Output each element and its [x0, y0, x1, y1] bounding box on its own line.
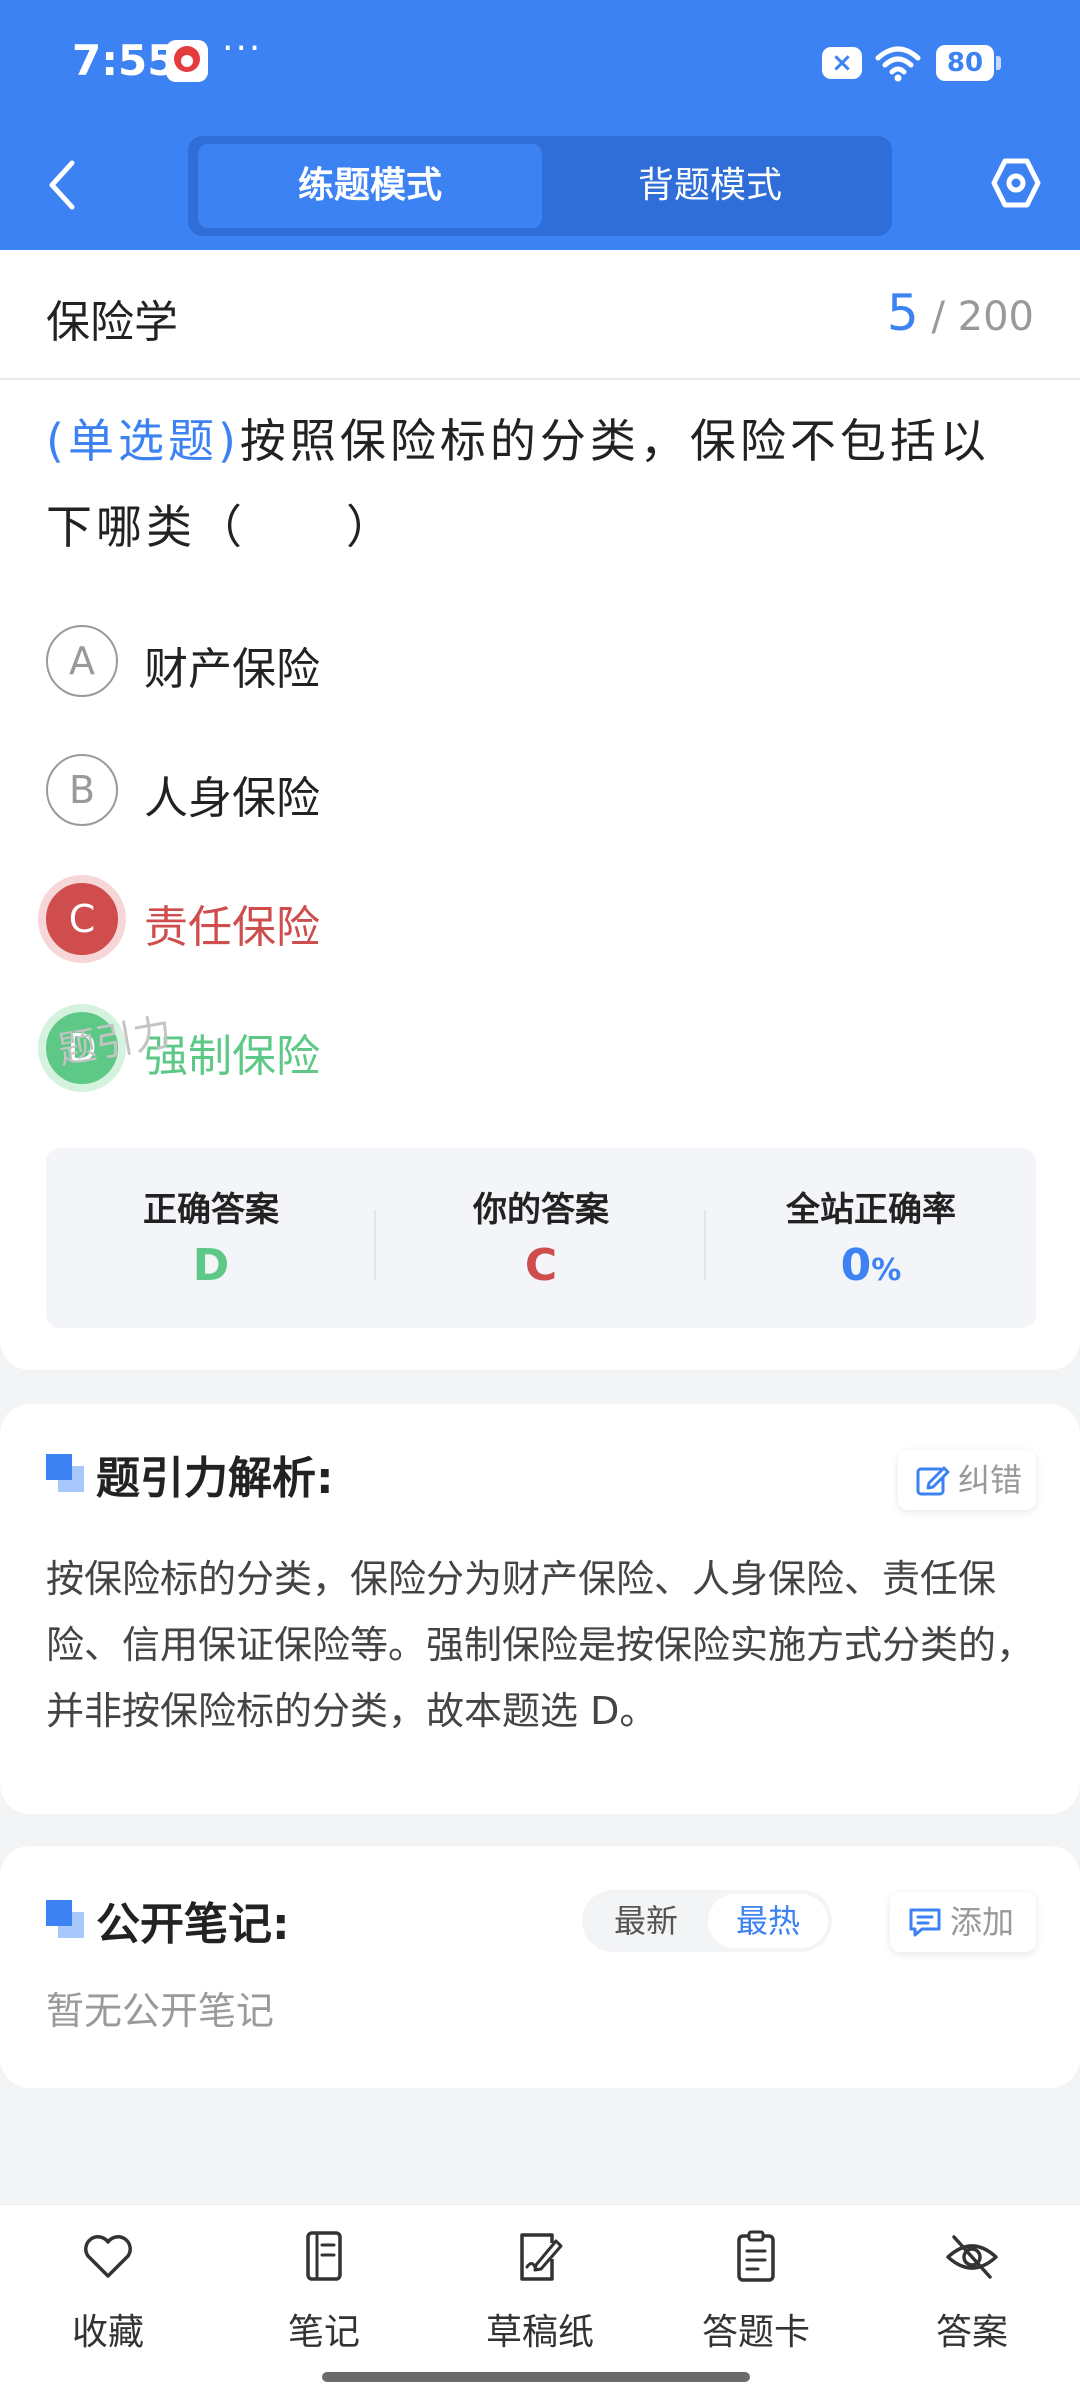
- accuracy-value: 0%: [706, 1240, 1036, 1291]
- tab-recite-mode[interactable]: 背题模式: [538, 144, 882, 228]
- question-progress: 5 / 200: [887, 284, 1034, 342]
- more-notifications-icon: ···: [222, 28, 263, 69]
- question-header: 保险学 5 / 200: [0, 250, 1080, 380]
- empty-notes-text: 暂无公开笔记: [46, 1989, 275, 2033]
- current-question-number: 5: [886, 284, 919, 342]
- public-notes-card: 公开笔记: 最新 最热 添加 暂无公开笔记: [0, 1846, 1080, 2088]
- battery-icon: 80: [936, 45, 1001, 81]
- notes-sort-switch: 最新 最热: [582, 1890, 832, 1952]
- answer-card-label: 答题卡: [701, 2312, 810, 2353]
- answer-result-panel: 正确答案 D 你的答案 C 全站正确率 0%: [46, 1148, 1036, 1328]
- report-error-button[interactable]: 纠错: [898, 1450, 1036, 1510]
- heart-icon: [84, 2235, 132, 2278]
- question-stem: (单选题)按照保险标的分类，保险不包括以下哪类（ ）: [46, 398, 1036, 570]
- favorite-button[interactable]: 收藏: [0, 2229, 216, 2369]
- notes-title: 公开笔记:: [96, 1899, 290, 1950]
- option-letter: B: [46, 754, 118, 826]
- settings-icon[interactable]: [990, 157, 1042, 209]
- analysis-text: 按保险标的分类，保险分为财产保险、人身保险、责任保险、信用保证保险等。强制保险是…: [46, 1557, 1035, 1733]
- edit-icon: [916, 1466, 950, 1496]
- analysis-title: 题引力解析:: [96, 1453, 334, 1504]
- answer-card-icon: [737, 2230, 775, 2282]
- status-bar: 7:55 ··· × 80: [0, 0, 1080, 125]
- show-answer-label: 答案: [935, 2312, 1008, 2353]
- status-time: 7:55: [72, 36, 177, 85]
- subject-title: 保险学: [46, 297, 178, 348]
- notebook-icon: [306, 2231, 342, 2281]
- comment-icon: [909, 1908, 941, 1937]
- your-answer-value: C: [524, 1240, 558, 1291]
- correct-answer-value: D: [192, 1240, 230, 1291]
- your-answer-block: 你的答案 C: [376, 1148, 706, 1328]
- draft-icon: [520, 2233, 563, 2281]
- no-sim-icon: ×: [822, 47, 862, 79]
- sort-newest[interactable]: 最新: [586, 1894, 706, 1948]
- accuracy-number: 0: [840, 1240, 872, 1291]
- home-indicator[interactable]: [322, 2372, 750, 2382]
- accuracy-unit: %: [871, 1253, 902, 1288]
- notes-label: 笔记: [287, 2312, 360, 2353]
- notes-button[interactable]: 笔记: [216, 2229, 432, 2369]
- answer-card-button[interactable]: 答题卡: [648, 2229, 864, 2369]
- option-letter: C: [46, 883, 118, 955]
- draft-paper-label: 草稿纸: [485, 2312, 594, 2353]
- section-icon: [46, 1454, 84, 1492]
- your-answer-label: 你的答案: [473, 1190, 609, 1230]
- app-header: 7:55 ··· × 80 练题模式 背题模式: [0, 0, 1080, 250]
- option-letter: A: [46, 625, 118, 697]
- show-answer-button[interactable]: 答案: [864, 2229, 1080, 2369]
- question-card: 保险学 5 / 200 (单选题)按照保险标的分类，保险不包括以下哪类（ ） A…: [0, 250, 1080, 1370]
- accuracy-block: 全站正确率 0%: [706, 1148, 1036, 1328]
- app-notification-icon: [166, 40, 208, 82]
- mode-switch: 练题模式 背题模式: [188, 136, 892, 236]
- eye-off-icon: [946, 2235, 998, 2279]
- option-text: 财产保险: [144, 644, 320, 695]
- add-note-label: 添加: [950, 1903, 1015, 1941]
- correct-answer-label: 正确答案: [143, 1190, 279, 1230]
- analysis-card: 题引力解析: 纠错 按保险标的分类，保险分为财产保险、人身保险、责任保险、信用保…: [0, 1404, 1080, 1814]
- option-text: 责任保险: [144, 902, 320, 953]
- favorite-label: 收藏: [71, 2312, 144, 2353]
- add-note-button[interactable]: 添加: [890, 1892, 1036, 1952]
- report-error-label: 纠错: [958, 1461, 1023, 1499]
- wifi-icon: [875, 46, 921, 82]
- sort-hottest[interactable]: 最热: [708, 1894, 828, 1948]
- bottom-toolbar: 收藏 笔记 草稿纸 答题卡 答案: [0, 2204, 1080, 2400]
- back-arrow-icon[interactable]: [42, 157, 82, 213]
- total-questions: / 200: [931, 294, 1034, 340]
- accuracy-label: 全站正确率: [786, 1190, 956, 1230]
- correct-answer-block: 正确答案 D: [46, 1148, 376, 1328]
- option-text: 人身保险: [144, 773, 320, 824]
- section-icon: [46, 1900, 84, 1938]
- draft-paper-button[interactable]: 草稿纸: [432, 2229, 648, 2369]
- question-type: (单选题): [46, 414, 240, 468]
- tab-practice-mode[interactable]: 练题模式: [198, 144, 542, 228]
